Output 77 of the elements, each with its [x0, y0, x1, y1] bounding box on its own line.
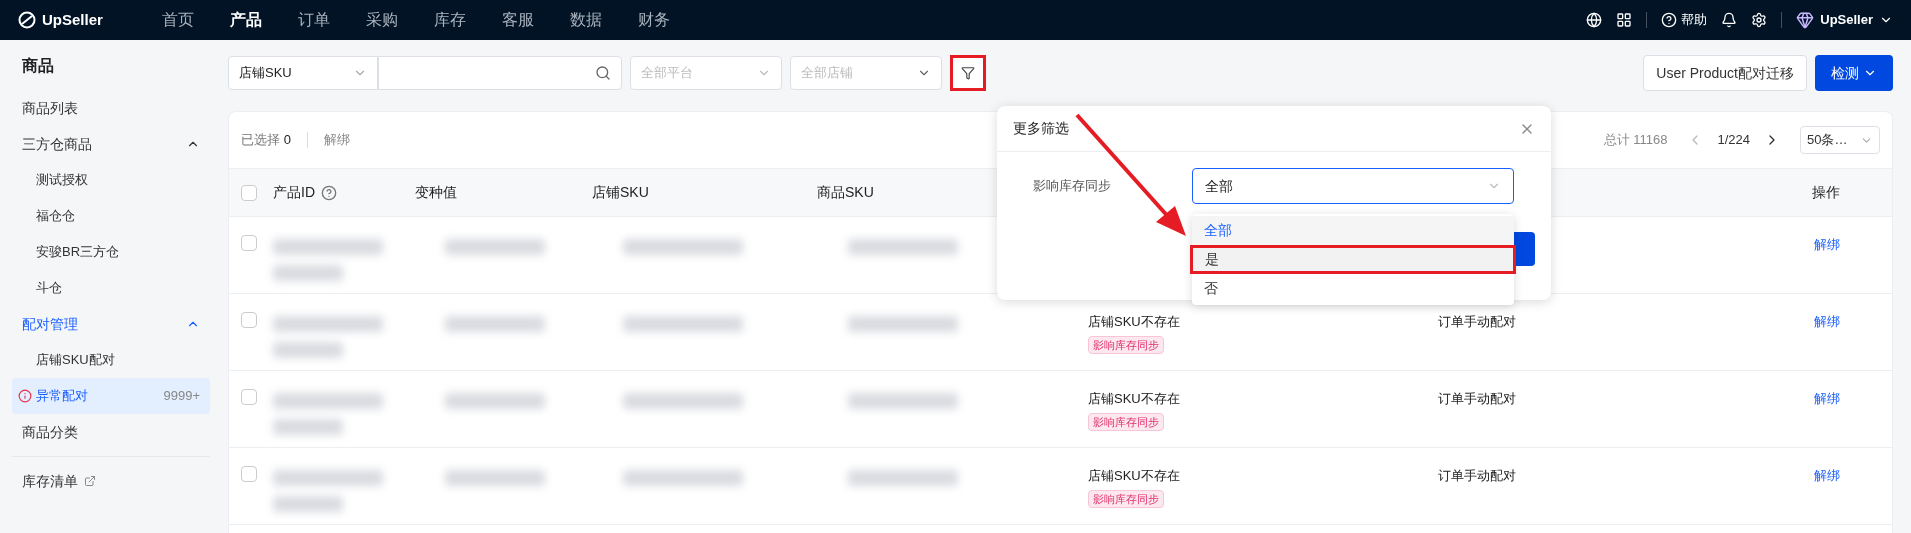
unbind-link[interactable]: 解绑 — [1814, 312, 1840, 332]
unbind-link[interactable]: 解绑 — [323, 130, 350, 150]
warning-icon — [18, 389, 32, 403]
redacted-text — [273, 496, 343, 512]
field-label: 影响库存同步 — [1033, 177, 1112, 196]
sidebar-subitem[interactable]: 店铺SKU配对 — [12, 342, 210, 378]
unbind-link[interactable]: 解绑 — [1814, 466, 1840, 486]
checkbox[interactable] — [241, 184, 257, 201]
sync-tag: 影响库存同步 — [1088, 412, 1164, 431]
sidebar-item[interactable]: 商品分类 — [12, 414, 210, 450]
notification-icon[interactable] — [1721, 12, 1738, 28]
search-icon[interactable] — [595, 65, 611, 81]
sidebar-title: 商品 — [21, 56, 55, 76]
column-header: 操作 — [1812, 183, 1840, 202]
status-text: 店铺SKU不存在 — [1088, 313, 1180, 331]
redacted-text — [273, 419, 343, 435]
nav-tab[interactable]: 订单 — [298, 8, 330, 32]
total-count: 总计 11168 — [1603, 131, 1668, 150]
settings-icon[interactable] — [1751, 12, 1768, 28]
match-type: 订单手动配对 — [1438, 391, 1516, 406]
column-header: 产品ID — [273, 183, 315, 202]
nav-tab[interactable]: 采购 — [366, 8, 398, 32]
dropdown-option[interactable]: 是 — [1190, 245, 1516, 274]
search-type-select[interactable]: 店铺SKU — [228, 56, 378, 90]
nav-tab[interactable]: 数据 — [570, 8, 602, 32]
sidebar-subitem[interactable]: 安骏BR三方仓 — [12, 234, 210, 270]
unbind-link[interactable]: 解绑 — [1814, 235, 1840, 255]
sidebar-subitem[interactable]: 异常配对 9999+ — [12, 378, 210, 414]
sidebar-subitem[interactable]: 斗仓 — [12, 270, 210, 306]
migrate-button[interactable]: User Product配对迁移 — [1643, 55, 1807, 91]
apps-icon[interactable] — [1616, 12, 1633, 28]
match-type: 订单手动配对 — [1438, 468, 1516, 483]
dropdown-option[interactable]: 全部 — [1192, 216, 1514, 245]
detect-button[interactable]: 检测 — [1815, 55, 1893, 91]
page-indicator: 1/224 — [1717, 131, 1750, 150]
nav-tab[interactable]: 财务 — [638, 8, 670, 32]
checkbox[interactable] — [241, 389, 257, 405]
sync-tag: 影响库存同步 — [1088, 489, 1164, 508]
nav-tab[interactable]: 首页 — [162, 8, 194, 32]
external-link-icon — [84, 475, 96, 487]
status-text: 店铺SKU不存在 — [1088, 390, 1180, 408]
account-name[interactable]: UpSeller — [1820, 10, 1873, 30]
logo-icon — [18, 11, 36, 29]
sidebar-item[interactable]: 三方仓商品 — [12, 126, 210, 162]
checkbox[interactable] — [241, 235, 257, 251]
language-icon[interactable] — [1586, 12, 1603, 28]
column-header: 店铺SKU — [592, 183, 650, 202]
sidebar-item[interactable]: 库存清单 — [12, 463, 210, 499]
logo-text: UpSeller — [42, 9, 103, 30]
redacted-text — [273, 265, 343, 281]
avatar-icon[interactable] — [1796, 11, 1815, 29]
sidebar-item[interactable]: 商品列表 — [12, 90, 210, 126]
sync-select[interactable]: 全部 — [1192, 168, 1514, 204]
sync-tag: 影响库存同步 — [1088, 335, 1164, 354]
sidebar-subitem[interactable]: 测试授权 — [12, 162, 210, 198]
nav-tab[interactable]: 产品 — [230, 8, 262, 32]
checkbox[interactable] — [241, 312, 257, 328]
sidebar-subitem[interactable]: 福仓仓 — [12, 198, 210, 234]
filter-icon — [961, 66, 975, 80]
dropdown-option[interactable]: 否 — [1192, 274, 1514, 303]
count-label: 9999+ — [163, 387, 200, 406]
redacted-text — [273, 342, 343, 358]
search-field[interactable] — [378, 56, 622, 90]
help-link[interactable]: 帮助 — [1681, 10, 1708, 30]
unbind-link[interactable]: 解绑 — [1814, 389, 1840, 409]
status-text: 店铺SKU不存在 — [1088, 467, 1180, 485]
page-size-select[interactable]: 50条… — [1800, 126, 1880, 154]
column-header: 商品SKU — [817, 183, 874, 202]
nav-tab[interactable]: 客服 — [502, 8, 534, 32]
filter-button[interactable] — [950, 55, 986, 91]
checkbox[interactable] — [241, 466, 257, 482]
match-type: 订单手动配对 — [1438, 314, 1516, 329]
popup-title: 更多筛选 — [1013, 119, 1069, 138]
nav-tab[interactable]: 库存 — [434, 8, 466, 32]
sidebar-item[interactable]: 配对管理 — [12, 306, 210, 342]
column-header: 变种值 — [415, 183, 458, 202]
selected-count: 已选择 0 — [241, 131, 291, 150]
